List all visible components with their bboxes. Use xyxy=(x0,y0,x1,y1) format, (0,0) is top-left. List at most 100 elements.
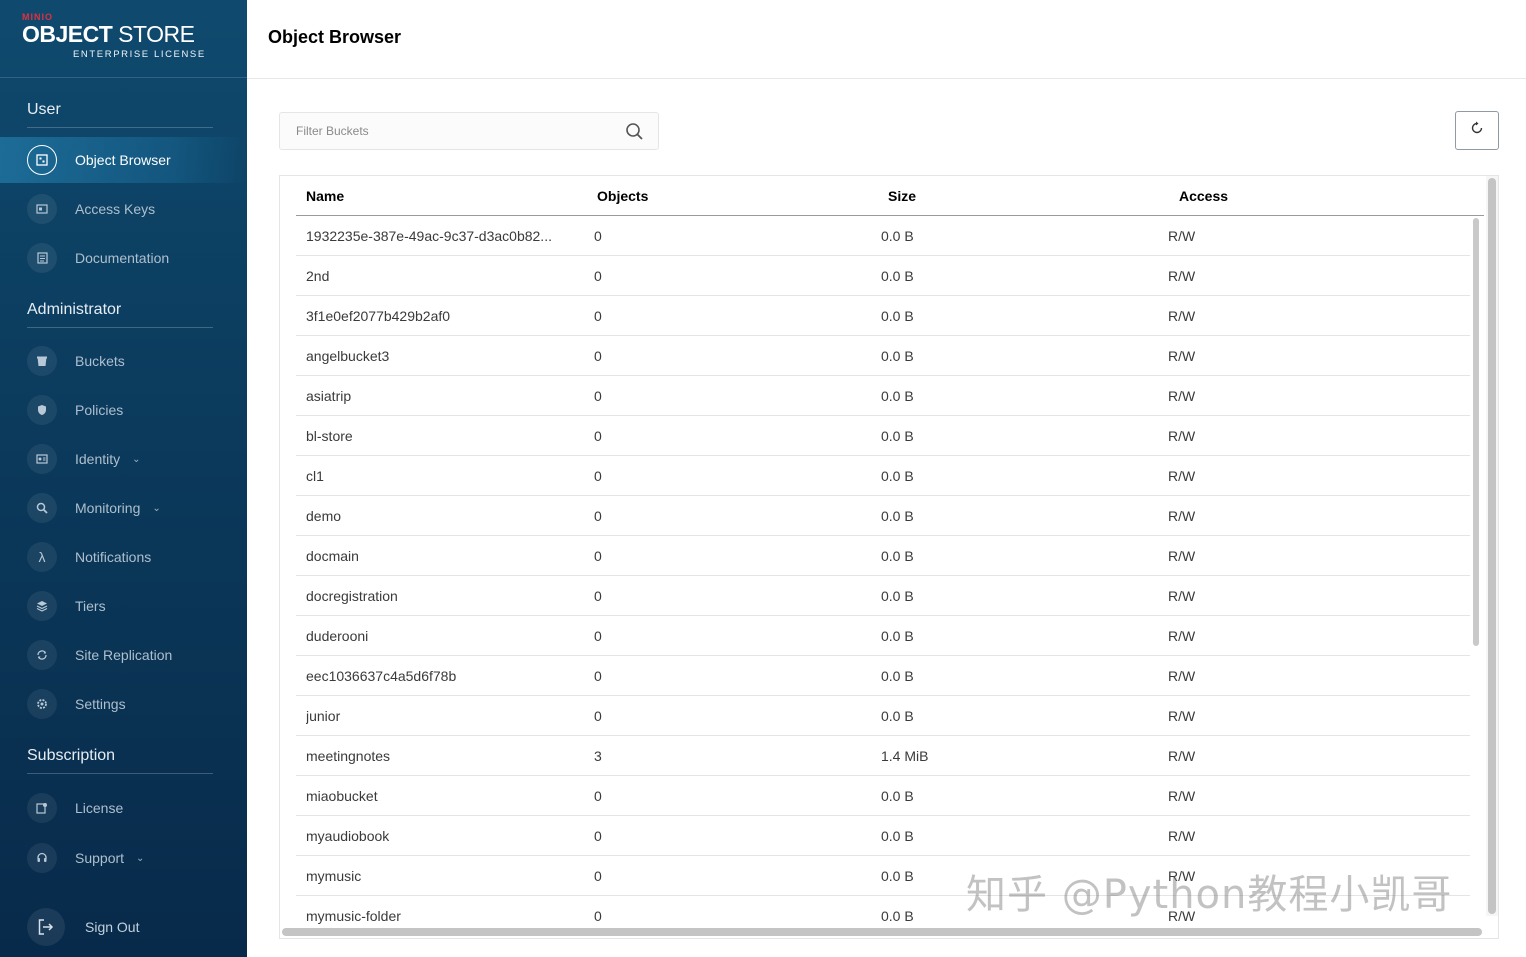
cell-name: meetingnotes xyxy=(306,748,391,764)
table-row[interactable]: 2nd 0 0.0 B R/W xyxy=(296,256,1470,296)
cell-access: R/W xyxy=(1168,508,1196,524)
cell-objects: 0 xyxy=(594,908,602,924)
gear-icon xyxy=(27,689,57,719)
table-row[interactable]: 3f1e0ef2077b429b2af0 0 0.0 B R/W xyxy=(296,296,1470,336)
sidebar-item-label: Tiers xyxy=(75,598,106,614)
sidebar-item-identity[interactable]: Identity ⌄ xyxy=(0,436,247,482)
sidebar-item-label: Documentation xyxy=(75,250,170,266)
chevron-down-icon[interactable]: ⌄ xyxy=(132,454,140,465)
table-row[interactable]: bl-store 0 0.0 B R/W xyxy=(296,416,1470,456)
cell-name: miaobucket xyxy=(306,788,378,804)
column-header-objects[interactable]: Objects xyxy=(597,188,648,204)
table-row[interactable]: eec1036637c4a5d6f78b 0 0.0 B R/W xyxy=(296,656,1470,696)
cell-size: 0.0 B xyxy=(881,668,914,684)
cell-objects: 0 xyxy=(594,788,602,804)
cell-size: 0.0 B xyxy=(881,828,914,844)
column-header-size[interactable]: Size xyxy=(888,188,916,204)
sidebar-item-monitoring[interactable]: Monitoring ⌄ xyxy=(0,485,247,531)
cell-objects: 0 xyxy=(594,548,602,564)
sidebar-item-documentation[interactable]: Documentation xyxy=(0,235,247,281)
cell-objects: 0 xyxy=(594,628,602,644)
sidebar-item-access-keys[interactable]: Access Keys xyxy=(0,186,247,232)
cell-name: mymusic xyxy=(306,868,362,884)
chevron-down-icon[interactable]: ⌄ xyxy=(152,503,160,514)
sidebar-item-support[interactable]: Support ⌄ xyxy=(0,835,247,881)
sidebar-item-label: Object Browser xyxy=(75,152,171,168)
monitoring-icon xyxy=(27,493,57,523)
cell-size: 0.0 B xyxy=(881,428,914,444)
horizontal-scrollbar[interactable] xyxy=(282,928,1482,936)
table-row[interactable]: angelbucket3 0 0.0 B R/W xyxy=(296,336,1470,376)
cell-access: R/W xyxy=(1168,588,1196,604)
cell-size: 0.0 B xyxy=(881,868,914,884)
cell-access: R/W xyxy=(1168,308,1196,324)
sidebar-item-label: Site Replication xyxy=(75,647,173,663)
sidebar-item-license[interactable]: License xyxy=(0,785,247,831)
cell-objects: 0 xyxy=(594,388,602,404)
refresh-button[interactable] xyxy=(1455,111,1499,150)
table-row[interactable]: docregistration 0 0.0 B R/W xyxy=(296,576,1470,616)
table-row[interactable]: asiatrip 0 0.0 B R/W xyxy=(296,376,1470,416)
cell-access: R/W xyxy=(1168,548,1196,564)
license-icon xyxy=(27,793,57,823)
documentation-icon xyxy=(27,243,57,273)
cell-name: docregistration xyxy=(306,588,398,604)
sidebar-item-label: Policies xyxy=(75,402,124,418)
table-row[interactable]: myaudiobook 0 0.0 B R/W xyxy=(296,816,1470,856)
cell-objects: 3 xyxy=(594,748,602,764)
table-row[interactable]: cl1 0 0.0 B R/W xyxy=(296,456,1470,496)
cell-name: 3f1e0ef2077b429b2af0 xyxy=(306,308,451,324)
sidebar-item-object-browser[interactable]: Object Browser xyxy=(0,137,247,183)
cell-size: 0.0 B xyxy=(881,268,914,284)
cell-objects: 0 xyxy=(594,348,602,364)
cell-access: R/W xyxy=(1168,628,1196,644)
cell-size: 0.0 B xyxy=(881,388,914,404)
table-row[interactable]: meetingnotes 3 1.4 MiB R/W xyxy=(296,736,1470,776)
table-row[interactable]: docmain 0 0.0 B R/W xyxy=(296,536,1470,576)
chevron-down-icon[interactable]: ⌄ xyxy=(136,853,144,864)
cell-access: R/W xyxy=(1168,348,1196,364)
sidebar-item-buckets[interactable]: Buckets xyxy=(0,338,247,384)
cell-name: demo xyxy=(306,508,342,524)
identity-icon xyxy=(27,444,57,474)
tiers-icon xyxy=(27,591,57,621)
search-icon[interactable] xyxy=(625,122,644,146)
logo: MINIO OBJECT STORE ENTERPRISE LICENSE xyxy=(0,0,247,78)
sidebar-item-policies[interactable]: Policies xyxy=(0,387,247,433)
sidebar-item-label: Settings xyxy=(75,696,126,712)
cell-objects: 0 xyxy=(594,228,602,244)
sidebar-item-tiers[interactable]: Tiers xyxy=(0,583,247,629)
cell-name: asiatrip xyxy=(306,388,352,404)
inner-vertical-scrollbar[interactable] xyxy=(1473,218,1479,646)
table-row[interactable]: miaobucket 0 0.0 B R/W xyxy=(296,776,1470,816)
filter-buckets-input[interactable] xyxy=(280,113,600,149)
vertical-scrollbar[interactable] xyxy=(1488,178,1496,914)
table-row[interactable]: demo 0 0.0 B R/W xyxy=(296,496,1470,536)
cell-objects: 0 xyxy=(594,828,602,844)
cell-name: docmain xyxy=(306,548,359,564)
sidebar-item-label: License xyxy=(75,800,124,816)
cell-objects: 0 xyxy=(594,668,602,684)
column-header-name[interactable]: Name xyxy=(306,188,344,204)
table-row[interactable]: junior 0 0.0 B R/W xyxy=(296,696,1470,736)
cell-size: 0.0 B xyxy=(881,468,914,484)
cell-objects: 0 xyxy=(594,268,602,284)
object-browser-icon xyxy=(27,145,57,175)
cell-objects: 0 xyxy=(594,868,602,884)
cell-name: 2nd xyxy=(306,268,330,284)
sidebar-item-notifications[interactable]: λ Notifications xyxy=(0,534,247,580)
sidebar-item-settings[interactable]: Settings xyxy=(0,681,247,727)
table-row[interactable]: duderooni 0 0.0 B R/W xyxy=(296,616,1470,656)
sign-out-button[interactable]: Sign Out xyxy=(0,904,247,950)
cell-size: 0.0 B xyxy=(881,788,914,804)
filter-buckets-box xyxy=(279,112,659,150)
column-header-access[interactable]: Access xyxy=(1179,188,1228,204)
table-row[interactable]: 1932235e-387e-49ac-9c37-d3ac0b82... 0 0.0 … xyxy=(296,216,1470,256)
cell-size: 0.0 B xyxy=(881,508,914,524)
section-title-user: User xyxy=(27,101,213,128)
page-title: Object Browser xyxy=(268,27,402,47)
buckets-table: Name Objects Size Access 1932235e-387e-4… xyxy=(279,175,1499,939)
sidebar-item-label: Support xyxy=(75,850,125,866)
sidebar-item-label: Monitoring xyxy=(75,500,141,516)
sidebar-item-site-replication[interactable]: Site Replication xyxy=(0,632,247,678)
